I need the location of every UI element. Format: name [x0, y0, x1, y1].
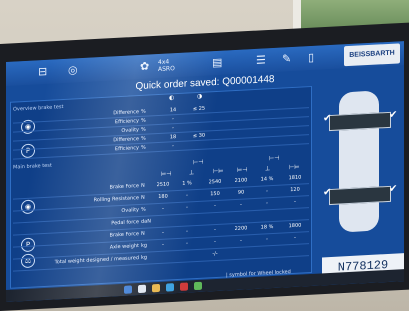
cell-value: 2510 — [156, 181, 170, 189]
cell-value — [175, 215, 199, 216]
rear-axle — [329, 185, 391, 206]
row-unit: kg — [141, 254, 148, 261]
cell-value: 150 — [210, 190, 220, 198]
cell-value — [229, 248, 253, 249]
cell-limit — [187, 122, 211, 123]
left-wheel-icon: ⊨⊣ — [161, 170, 172, 178]
cell-value: - — [162, 241, 164, 248]
cell-value: 1800 — [288, 222, 302, 230]
logo-text: 4x4 ASRO — [158, 58, 175, 73]
right-wheel-icon: ⊢⊨ — [213, 167, 224, 176]
cell-value: - — [186, 228, 188, 235]
folder-icon[interactable] — [152, 283, 160, 293]
cell-value — [151, 252, 175, 253]
cell-value: 14 % — [260, 175, 274, 183]
car-body — [329, 90, 391, 233]
row-label: Brake Force — [109, 231, 139, 239]
right-wheel-icon-2: ⊢⊨ — [289, 163, 300, 172]
app-icon[interactable] — [180, 282, 188, 291]
list-icon[interactable]: ☰ — [256, 53, 266, 68]
cell-value: - — [266, 236, 268, 243]
cell-value: 180 — [158, 193, 168, 201]
axle1-icon: ⊢⊣ — [193, 158, 204, 167]
row-unit: N — [141, 230, 145, 237]
row-unit: % — [141, 206, 146, 213]
cell-value — [203, 213, 227, 214]
row-unit: daN — [141, 218, 151, 225]
search-icon[interactable] — [138, 284, 146, 294]
row-unit: N — [141, 194, 145, 201]
check-icon: ✔ — [389, 109, 398, 121]
row-unit: N — [141, 182, 145, 189]
cell-value: - — [186, 240, 188, 247]
phone-icon[interactable]: ▯ — [308, 51, 314, 65]
cell-limit — [187, 113, 211, 114]
axle2-icon: ⊢⊣ — [269, 154, 280, 163]
row-label: Pedal force — [111, 219, 139, 227]
logo-line2: ASRO — [158, 65, 175, 74]
cell-value: 2540 — [208, 178, 222, 186]
left-wheel-icon-2: ⊨⊣ — [237, 166, 248, 174]
cell-value: - — [186, 192, 188, 199]
cell-value: - — [214, 202, 216, 210]
cell-value: 2200 — [234, 225, 248, 233]
cell-value: - — [214, 226, 216, 234]
row-unit: kg — [141, 242, 148, 249]
logo-icon: ✿ — [140, 59, 150, 73]
cell-value — [175, 251, 199, 252]
front-axle — [329, 111, 391, 132]
cell-value: 2100 — [234, 177, 248, 185]
cell-value: - — [162, 229, 164, 236]
cell-value: 1810 — [288, 174, 302, 182]
edit-icon[interactable]: ✎ — [282, 52, 291, 66]
gauge-icon[interactable]: ◎ — [68, 63, 78, 78]
browser-icon[interactable] — [166, 283, 174, 292]
cell-value: - — [162, 205, 164, 212]
cell-value: 1 % — [182, 180, 192, 187]
cell-value — [283, 209, 307, 210]
wheel-front-icon: ◐ — [169, 94, 175, 102]
cell-value: - — [294, 234, 296, 241]
section-main-title: Main brake test — [13, 162, 52, 171]
row-label: Brake Force — [109, 183, 139, 191]
start-icon[interactable] — [124, 285, 132, 294]
cell-value: - — [294, 198, 296, 205]
cell-value: - — [240, 201, 242, 208]
cell-value: 18 % — [260, 223, 274, 231]
check-icon: ✔ — [389, 183, 398, 195]
row-label: Ovality — [121, 207, 139, 214]
vehicle-diagram: ✔ ✔ ✔ ✔ — [321, 79, 401, 243]
cell-value: 90 — [237, 189, 245, 196]
cell-limit — [187, 140, 211, 141]
section-service-title: Overview brake test — [13, 103, 64, 113]
cell-value: -/- — [212, 250, 218, 258]
app-screen: ⊟ ◎ ✿ 4x4 ASRO ▤ ☰ ✎ ▯ BEISSBARTH Quick … — [6, 41, 404, 303]
cell-value: - — [186, 204, 188, 211]
cell-value — [151, 216, 175, 217]
cell-value — [229, 212, 253, 213]
row-label: Axle weight — [109, 243, 139, 251]
check-icon: ✔ — [323, 186, 332, 199]
cell-value — [255, 247, 279, 248]
cell-value — [283, 245, 307, 246]
cell-value: - — [266, 200, 268, 207]
diff-icon: ⊥ — [189, 169, 195, 177]
diff-icon-2: ⊥ — [265, 165, 271, 173]
wheel-rear-icon: ◑ — [197, 92, 203, 100]
cell-value: - — [266, 188, 268, 195]
cell-value: 120 — [290, 186, 300, 194]
cell-value: - — [240, 237, 242, 244]
cell-value — [255, 211, 279, 212]
results-panel: Overview brake test ◐ ◑ ◉ P Difference% 1… — [10, 85, 312, 289]
printer-icon[interactable]: ▤ — [212, 56, 222, 71]
brand-logo: BEISSBARTH — [344, 43, 400, 67]
vehicle-icon[interactable]: ⊟ — [38, 65, 47, 79]
app-icon[interactable] — [194, 281, 202, 291]
cell-value: - — [214, 238, 216, 246]
check-icon: ✔ — [323, 112, 332, 125]
